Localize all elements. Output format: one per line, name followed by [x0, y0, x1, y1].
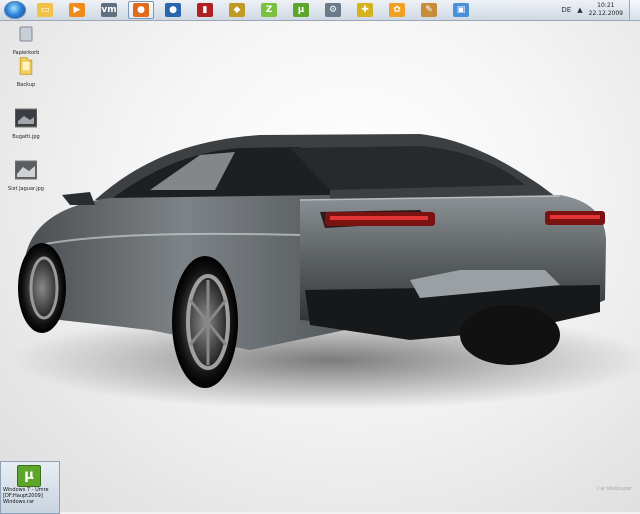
remote-desktop-icon: ▣ [453, 3, 469, 17]
taskbar-button-media-player[interactable]: ▶ [64, 1, 90, 19]
utorrent-taskbar-window[interactable]: µ Windows 7 - Umre [DF:Haupt2009] Window… [0, 461, 60, 514]
explorer-icon: ▭ [37, 3, 53, 17]
utorrent-window-caption: Windows 7 - Umre [DF:Haupt2009] Windows.… [3, 487, 57, 505]
front-wheel [18, 243, 66, 333]
vmware-icon: vm [101, 3, 117, 17]
firefox-icon: ● [133, 3, 149, 17]
taskbar-pinned-items: ▭ ▶ vm ● ● ▮ ◆ Zµ ⚙ ✚ ✿ ✎ ▣ [26, 1, 474, 19]
taskbar-button-zip-archiver[interactable]: Z [256, 1, 282, 19]
language-indicator[interactable]: DE [561, 6, 571, 14]
desktop-icon-label: Bugatti.jpg [12, 134, 40, 140]
rear-wheel [172, 256, 238, 388]
taskbar-button-thunderbird[interactable]: ● [160, 1, 186, 19]
taskbar-button-utorrent[interactable]: µ [288, 1, 314, 19]
wallpaper-watermark: Car Wallpaper [596, 486, 632, 492]
zip-archiver-icon: Z [261, 3, 277, 17]
taskbar-button-explorer[interactable]: ▭ [32, 1, 58, 19]
taskbar-button-firefox[interactable]: ● [128, 1, 154, 19]
taskbar: ▭ ▶ vm ● ● ▮ ◆ Zµ ⚙ ✚ ✿ ✎ ▣ DE ▲ 10:21 22.12.2009 [0, 0, 640, 21]
taskbar-button-remote-desktop[interactable]: ▣ [448, 1, 474, 19]
desktop[interactable]: Papierkorb Backup Bugatti.jpg Sixt Jagua… [0, 20, 640, 512]
folder-icon [19, 57, 33, 75]
recycle-bin-icon [19, 26, 33, 42]
image-thumbnail-icon [14, 160, 38, 180]
taskbar-button-network-tool[interactable]: ⚙ [320, 1, 346, 19]
media-player-icon: ▶ [69, 3, 85, 17]
show-desktop-button[interactable] [629, 0, 640, 20]
taskbar-button-winamp[interactable]: ◆ [224, 1, 250, 19]
thunderbird-icon: ● [165, 3, 181, 17]
system-tray: DE ▲ 10:21 22.12.2009 [561, 0, 640, 20]
taskbar-button-vmware[interactable]: vm [96, 1, 122, 19]
desktop-icon-label: Sixt Jaguar.jpg [8, 186, 44, 192]
clock[interactable]: 10:21 22.12.2009 [589, 2, 623, 18]
network-tool-icon: ⚙ [325, 3, 341, 17]
car-wallpaper [10, 134, 640, 410]
caption-line: Windows.rar [3, 499, 35, 505]
tray-expand-icon[interactable]: ▲ [577, 6, 582, 14]
taskbar-button-icq[interactable]: ✿ [384, 1, 410, 19]
puzzle-icon: ✚ [357, 3, 373, 17]
desktop-icon-label: Backup [16, 82, 36, 88]
image-thumbnail-icon [14, 108, 38, 128]
taskbar-button-puzzle[interactable]: ✚ [352, 1, 378, 19]
taskbar-button-flash-drive[interactable]: ▮ [192, 1, 218, 19]
taskbar-button-feather[interactable]: ✎ [416, 1, 442, 19]
icq-icon: ✿ [389, 3, 405, 17]
clock-time: 10:21 [597, 2, 615, 9]
start-button[interactable] [4, 1, 26, 19]
utorrent-icon: µ [17, 465, 41, 487]
desktop-icon-recycle-bin[interactable]: Papierkorb [4, 24, 48, 56]
side-mirror [62, 192, 95, 205]
far-rear-wheel [460, 305, 560, 365]
winamp-icon: ◆ [229, 3, 245, 17]
clock-date: 22.12.2009 [588, 10, 623, 17]
desktop-icon-backup-folder[interactable]: Backup [4, 56, 48, 88]
flash-drive-icon: ▮ [197, 3, 213, 17]
desktop-icon-image-file-1[interactable]: Bugatti.jpg [4, 108, 48, 140]
feather-icon: ✎ [421, 3, 437, 17]
utorrent-icon: µ [293, 3, 309, 17]
desktop-icon-image-file-2[interactable]: Sixt Jaguar.jpg [4, 160, 48, 192]
